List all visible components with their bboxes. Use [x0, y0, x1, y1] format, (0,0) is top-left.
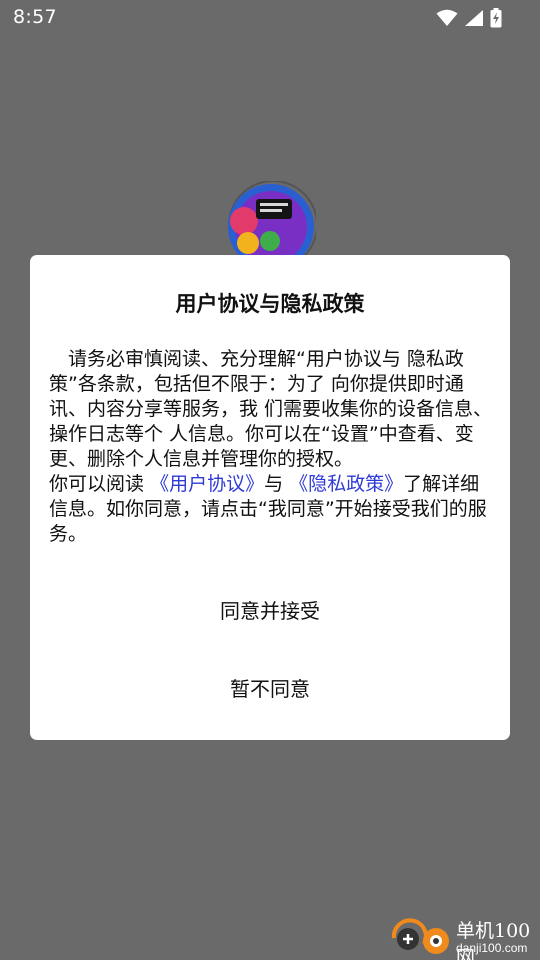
- dialog-title: 用户协议与隐私政策: [175, 292, 365, 316]
- battery-charging-icon: [490, 8, 502, 28]
- paragraph2-prefix: 你可以阅读: [49, 473, 145, 495]
- dialog-paragraph-2: 你可以阅读 《用户协议》与 《隐私政策》了解详细信息。如你同意，请点击“我同意”…: [49, 472, 495, 547]
- status-bar: 8:57: [0, 0, 540, 36]
- dialog-body: 请务必审慎阅读、充分理解“用户协议与 隐私政策”各条款，包括但不限于：为了 向你…: [49, 347, 495, 547]
- watermark-url: danji100.com: [456, 941, 528, 955]
- privacy-dialog: 用户协议与隐私政策 请务必审慎阅读、充分理解“用户协议与 隐私政策”各条款，包括…: [30, 255, 510, 740]
- status-time: 8:57: [13, 6, 57, 28]
- screen: 8:57 用户协议与隐私政策 请务必审慎阅读、充分理解“用户协议与 隐私政策”各…: [0, 0, 540, 960]
- wifi-icon: [436, 9, 458, 27]
- signal-icon: [464, 9, 484, 27]
- watermark: 单机100网 danji100.com: [390, 914, 540, 960]
- privacy-policy-link[interactable]: 《隐私政策》: [289, 473, 403, 495]
- status-icons: [436, 8, 502, 28]
- user-agreement-link[interactable]: 《用户协议》: [150, 473, 264, 495]
- paragraph2-and: 与: [264, 473, 284, 495]
- agree-button[interactable]: 同意并接受: [30, 587, 510, 635]
- dialog-paragraph-1: 请务必审慎阅读、充分理解“用户协议与 隐私政策”各条款，包括但不限于：为了 向你…: [49, 348, 493, 470]
- decline-button[interactable]: 暂不同意: [30, 665, 510, 713]
